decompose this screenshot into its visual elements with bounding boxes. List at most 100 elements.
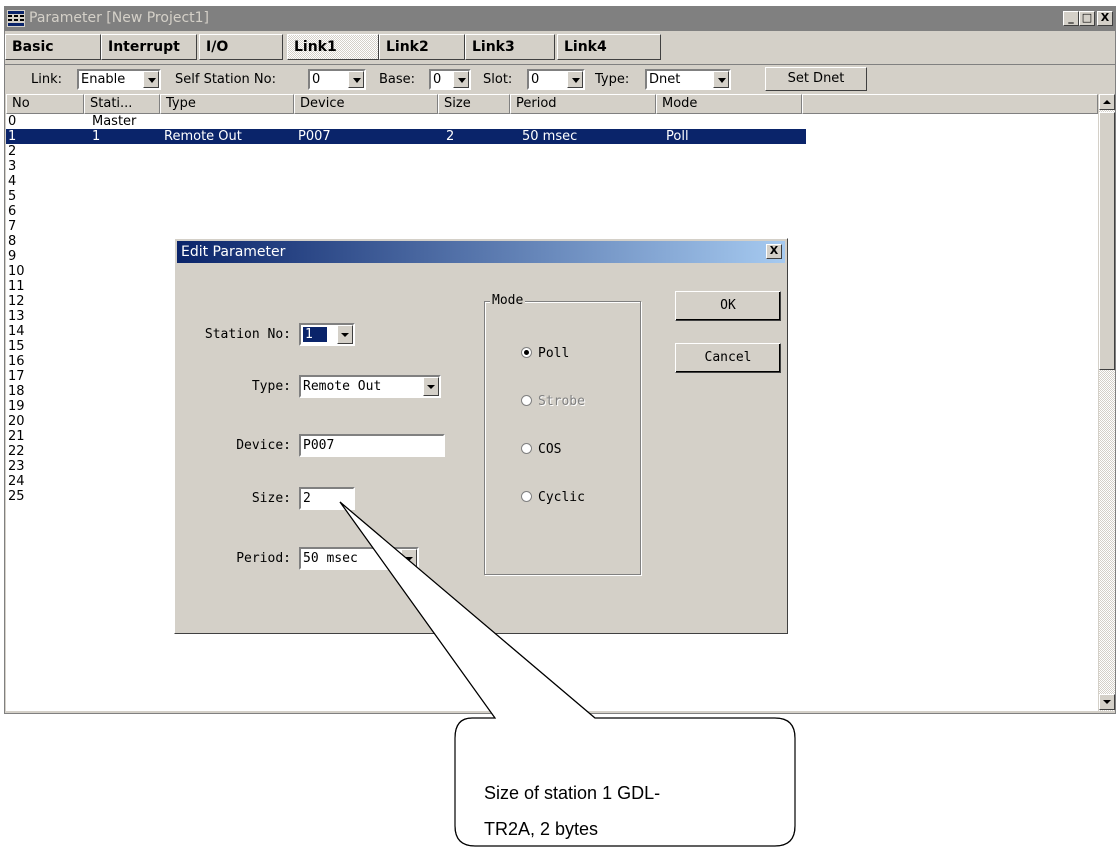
mode-radio-cos[interactable]: COS — [521, 442, 561, 457]
vertical-scrollbar[interactable] — [1099, 94, 1115, 711]
cell-no: 22 — [8, 444, 25, 459]
col-no[interactable]: No — [6, 94, 84, 114]
dialog-close-button[interactable]: X — [766, 244, 782, 259]
close-button[interactable]: X — [1097, 11, 1113, 26]
scroll-up-button[interactable] — [1099, 94, 1115, 110]
tab-bar: Basic Interrupt I/O Link1 Link2 Link3 Li… — [5, 32, 1115, 62]
cell-no: 8 — [8, 234, 17, 249]
cell-no: 7 — [8, 219, 17, 234]
table-row[interactable]: 0 Master — [6, 114, 806, 129]
base-label: Base: — [379, 72, 416, 87]
tab-link1[interactable]: Link1 — [287, 34, 379, 60]
col-size[interactable]: Size — [438, 94, 510, 114]
chevron-down-icon[interactable] — [713, 71, 729, 88]
chevron-down-icon[interactable] — [423, 377, 439, 396]
set-dnet-button[interactable]: Set Dnet — [765, 67, 867, 91]
cell-no: 9 — [8, 249, 17, 264]
col-station[interactable]: Stati... — [84, 94, 160, 114]
type-field-select[interactable]: Remote Out — [299, 375, 441, 398]
chevron-down-icon[interactable] — [401, 549, 417, 568]
slot-label: Slot: — [483, 72, 513, 87]
col-period[interactable]: Period — [510, 94, 656, 114]
radio-circle-icon — [521, 395, 532, 406]
table-row[interactable]: 3 — [6, 159, 806, 174]
cell-no: 13 — [8, 309, 25, 324]
ok-button[interactable]: OK — [675, 291, 781, 321]
base-select[interactable]: 0 — [429, 69, 471, 90]
window-title: Parameter [New Project1] — [29, 10, 210, 26]
window-titlebar[interactable]: Parameter [New Project1] _ □ X — [5, 7, 1115, 31]
cell-no: 15 — [8, 339, 25, 354]
cancel-button[interactable]: Cancel — [675, 343, 781, 373]
tab-link2[interactable]: Link2 — [379, 34, 465, 60]
type-field-value: Remote Out — [303, 379, 382, 394]
mode-label: Cyclic — [538, 490, 585, 505]
chevron-down-icon[interactable] — [567, 71, 583, 88]
type-label: Type: — [595, 72, 630, 87]
type-value: Dnet — [649, 72, 681, 87]
radio-circle-icon — [521, 347, 532, 358]
cell-station: Master — [92, 114, 137, 129]
size-input[interactable]: 2 — [299, 487, 355, 510]
tab-basic[interactable]: Basic — [5, 34, 101, 60]
link-select[interactable]: Enable — [77, 69, 161, 90]
table-row[interactable]: 2 — [6, 144, 806, 159]
table-row[interactable]: 7 — [6, 219, 806, 234]
period-label: Period: — [236, 551, 291, 566]
cell-no: 19 — [8, 399, 25, 414]
tab-interrupt[interactable]: Interrupt — [101, 34, 197, 60]
scroll-thumb[interactable] — [1099, 112, 1115, 370]
cell-size: 2 — [446, 129, 455, 144]
callout-line-1: Size of station 1 GDL- — [484, 783, 661, 803]
slot-select[interactable]: 0 — [527, 69, 585, 90]
mode-label: Strobe — [538, 394, 585, 409]
mode-radio-strobe[interactable]: Strobe — [521, 394, 585, 409]
tab-io[interactable]: I/O — [199, 34, 283, 60]
period-select[interactable]: 50 msec — [299, 547, 419, 570]
size-label: Size: — [251, 491, 291, 506]
station-no-select[interactable]: 1 — [299, 323, 355, 346]
cell-no: 0 — [8, 114, 17, 129]
cell-no: 6 — [8, 204, 17, 219]
chevron-up-icon — [1103, 100, 1111, 104]
cell-no: 3 — [8, 159, 17, 174]
device-label: Device: — [236, 438, 291, 453]
chevron-down-icon[interactable] — [348, 71, 364, 88]
chevron-down-icon[interactable] — [453, 71, 469, 88]
col-type[interactable]: Type — [160, 94, 294, 114]
self-station-select[interactable]: 0 — [308, 69, 366, 90]
table-row[interactable]: 6 — [6, 204, 806, 219]
mode-group-label: Mode — [490, 293, 526, 308]
mode-radio-poll[interactable]: Poll — [521, 346, 569, 361]
table-row[interactable]: 4 — [6, 174, 806, 189]
table-row[interactable]: 1 1 Remote Out P007 2 50 msec Poll — [6, 129, 806, 144]
maximize-button[interactable]: □ — [1079, 11, 1095, 26]
link-label: Link: — [31, 72, 63, 87]
slot-value: 0 — [531, 72, 540, 87]
mode-groupbox: Mode Poll Strobe COS Cyclic — [484, 293, 641, 575]
table-row[interactable]: 5 — [6, 189, 806, 204]
tab-link3[interactable]: Link3 — [465, 34, 555, 60]
period-value: 50 msec — [303, 551, 358, 566]
station-no-value: 1 — [303, 327, 327, 342]
col-mode[interactable]: Mode — [656, 94, 802, 114]
self-station-value: 0 — [312, 72, 321, 87]
mode-radio-cyclic[interactable]: Cyclic — [521, 490, 585, 505]
tab-link4[interactable]: Link4 — [557, 34, 661, 60]
dialog-titlebar[interactable]: Edit Parameter X — [177, 241, 785, 263]
cell-period: 50 msec — [522, 129, 578, 144]
device-input[interactable]: P007 — [299, 434, 445, 457]
self-station-label: Self Station No: — [175, 72, 276, 87]
cell-no: 1 — [8, 129, 17, 144]
minimize-button[interactable]: _ — [1063, 11, 1079, 26]
cell-station: 1 — [92, 129, 101, 144]
type-select[interactable]: Dnet — [645, 69, 731, 90]
chevron-down-icon[interactable] — [337, 325, 353, 344]
mode-label: Poll — [538, 346, 570, 361]
cell-no: 10 — [8, 264, 25, 279]
col-device[interactable]: Device — [294, 94, 438, 114]
scroll-down-button[interactable] — [1099, 694, 1115, 710]
chevron-down-icon[interactable] — [143, 71, 159, 88]
link-toolbar: Link: Enable Self Station No: 0 Base: 0 … — [5, 64, 1115, 93]
app-icon — [7, 10, 25, 27]
